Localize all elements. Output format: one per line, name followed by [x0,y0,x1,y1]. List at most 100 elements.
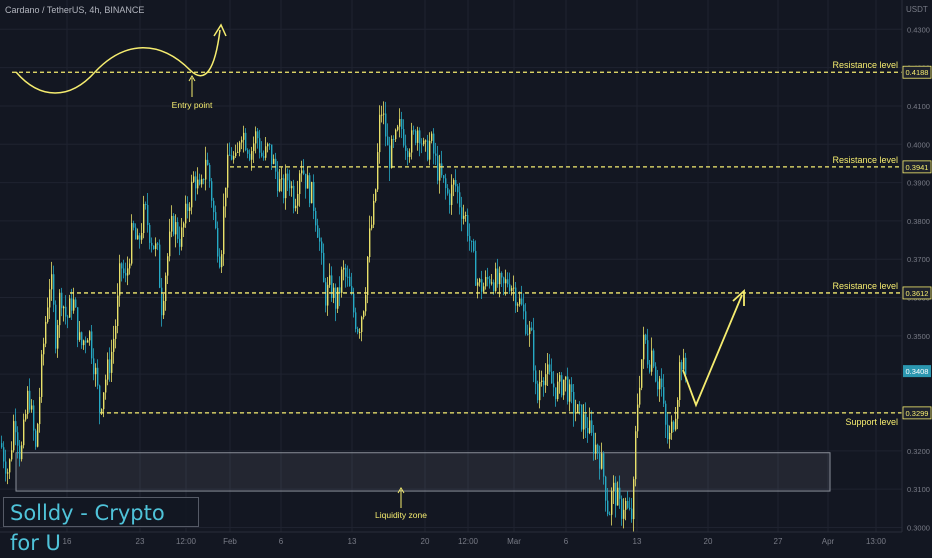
candle-body [325,282,327,306]
candle-body [71,298,73,311]
candle-body [465,215,467,217]
candle-body [587,428,589,433]
candle-body [31,405,33,410]
candle-body [491,282,493,284]
candle-body [267,143,269,147]
candle-body [473,241,475,251]
candle-body [221,254,223,268]
time-tick-label: 12:00 [176,537,197,546]
candle-body [471,240,473,242]
candle-body [425,140,427,142]
candle-body [75,299,77,308]
candle-body [277,171,279,192]
candle-body [103,392,105,410]
candle-body [255,131,257,144]
candle-body [47,307,49,322]
candle-body [151,242,153,246]
candle-body [169,231,171,257]
current-price-label: 0.3408 [906,367,929,376]
candle-body [651,350,653,372]
candle-body [393,138,395,140]
candle-body [517,304,519,306]
candle-body [513,287,515,289]
candle-body [549,364,551,372]
candle-body [365,294,367,312]
candle-body [655,366,657,382]
candle-body [409,152,411,157]
candle-body [41,354,43,397]
candle-body [45,321,47,344]
candle-body [5,461,7,474]
candle-body [647,340,649,365]
candle-body [111,351,113,373]
candle-body [685,357,687,375]
candle-body [561,375,563,396]
candle-body [163,300,165,316]
candle-body [385,113,387,137]
liquidity-zone-label: Liquidity zone [375,510,427,520]
candle-body [407,150,409,157]
candle-body [269,143,271,145]
candle-body [475,250,477,286]
candle-body [469,236,471,241]
candle-body [381,114,383,116]
candle-body [625,500,627,510]
candle-body [551,371,553,384]
candle-body [67,316,69,318]
level-price-label: 0.4188 [906,68,929,77]
candle-body [155,243,157,249]
candle-body [177,222,179,239]
level-label: Resistance level [832,60,898,70]
candle-body [61,292,63,309]
candle-body [591,420,593,433]
candle-body [231,155,233,160]
candle-body [663,387,665,404]
candle-body [451,184,453,206]
candle-body [193,176,195,182]
candle-body [467,215,469,237]
candle-body [185,203,187,224]
candle-body [203,179,205,181]
candle-body [495,268,497,292]
candle-body [355,312,357,329]
candle-body [145,203,147,206]
candle-body [279,179,281,192]
price-tick-label: 0.3000 [907,523,930,532]
candle-body [601,453,603,469]
candle-body [611,491,613,515]
candle-body [283,178,285,199]
candle-body [681,362,683,370]
candle-body [271,144,273,164]
candle-body [191,181,193,208]
candle-body [529,327,531,335]
candle-body [109,359,111,373]
candle-body [91,331,93,359]
candle-body [421,143,423,145]
candle-body [55,304,57,349]
candle-body [17,432,19,446]
level-label: Resistance level [832,155,898,165]
price-tick-label: 0.4000 [907,140,930,149]
candle-body [329,275,331,285]
candle-body [371,224,373,229]
candle-body [331,275,333,298]
candle-body [605,476,607,501]
candle-body [487,276,489,280]
candle-body [57,325,59,349]
candle-body [445,178,447,189]
candle-body [673,421,675,430]
candle-body [215,212,217,229]
candle-body [259,138,261,153]
candle-body [127,268,129,276]
candle-body [217,228,219,257]
price-tick-label: 0.4300 [907,25,930,34]
candle-body [43,343,45,355]
candle-body [273,158,275,164]
candle-body [303,170,305,174]
candle-body [417,130,419,143]
candle-body [595,444,597,454]
candle-body [207,159,209,165]
candle-body [181,227,183,247]
candle-body [11,450,13,460]
candle-body [449,193,451,206]
